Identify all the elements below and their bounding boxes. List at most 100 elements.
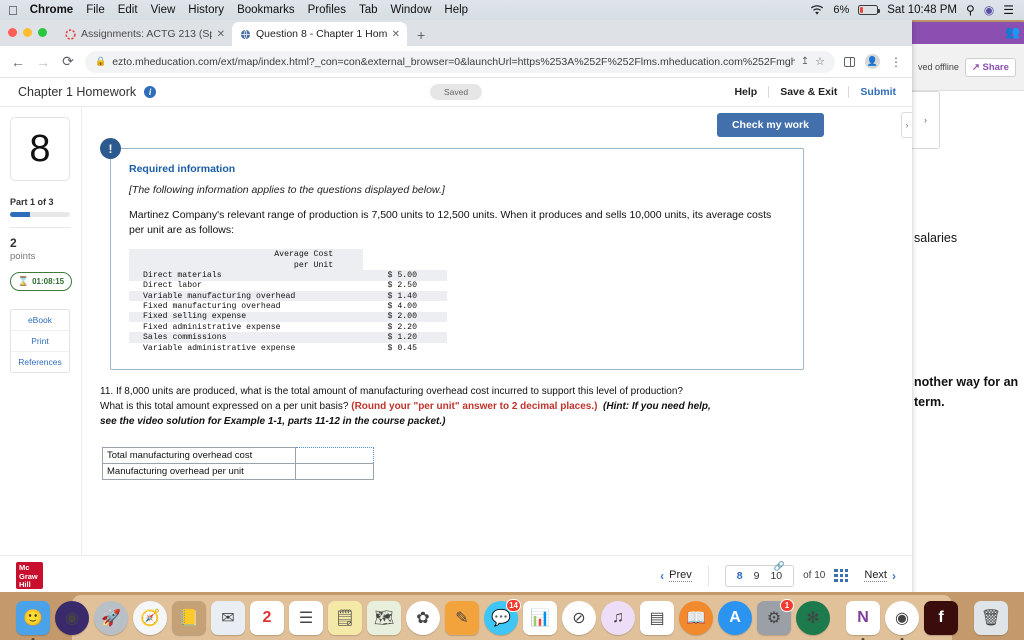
menu-item-file[interactable]: File: [86, 4, 105, 16]
dock-icon-system-preferences[interactable]: ⚙ 1: [757, 598, 794, 635]
help-link[interactable]: Help: [723, 86, 768, 98]
ebook-link[interactable]: eBook: [11, 310, 69, 331]
answer-input-cell[interactable]: [295, 462, 374, 480]
cost-row-value: $ 5.00: [387, 270, 417, 280]
search-icon[interactable]: ⚲: [966, 3, 975, 17]
share-button[interactable]: ↗ Share: [964, 57, 1016, 77]
battery-percent-label: 6%: [833, 4, 850, 16]
dock-icon-launchpad[interactable]: 🚀: [94, 600, 128, 635]
page-number-selector[interactable]: 🔗 8 9 10: [724, 561, 795, 587]
dock-icon-calendar[interactable]: 2: [250, 600, 284, 635]
forward-button[interactable]: →: [35, 54, 51, 70]
dock-icon-app-store[interactable]: A: [718, 600, 752, 635]
hint-line-2: see the video solution for Example 1-1, …: [100, 415, 446, 427]
dock-icon-ibooks[interactable]: 📖: [679, 600, 713, 635]
window-controls[interactable]: [8, 28, 47, 37]
pages-icon: ✎: [455, 609, 469, 627]
dock-icon-reminders[interactable]: ☰: [289, 600, 323, 635]
menu-item-help[interactable]: Help: [444, 4, 468, 16]
contacts-icon: 📒: [179, 609, 199, 627]
dock-icon-onenote[interactable]: N: [846, 600, 880, 640]
apple-icon[interactable]: : [8, 4, 18, 17]
dock-icon-no-entry[interactable]: ⊘: [562, 600, 596, 635]
dock-icon-contacts[interactable]: 📒: [172, 600, 206, 635]
profile-avatar-icon[interactable]: 👤: [865, 54, 880, 69]
dock-icon-pages[interactable]: ✎: [445, 600, 479, 635]
prev-question-button[interactable]: ‹ Prev: [660, 569, 692, 583]
notes-icon: 🗒: [334, 609, 356, 627]
dock-icon-mail[interactable]: ✉: [211, 600, 245, 635]
browser-tab-question-8[interactable]: Question 8 - Chapter 1 Homew ✕: [232, 22, 407, 46]
page-number-8[interactable]: 8: [737, 570, 743, 582]
bookmark-star-icon[interactable]: ☆: [815, 55, 825, 68]
grid-icon[interactable]: [834, 568, 849, 583]
close-tab-icon[interactable]: ✕: [392, 29, 400, 40]
info-icon[interactable]: i: [144, 86, 157, 98]
menu-item-chrome[interactable]: Chrome: [30, 4, 73, 16]
background-window-side-tab[interactable]: ›: [912, 91, 940, 149]
required-information-paragraph: Martinez Company's relevant range of pro…: [129, 209, 772, 237]
print-link[interactable]: Print: [11, 331, 69, 352]
menu-item-history[interactable]: History: [188, 4, 224, 16]
dock-icon-itunes[interactable]: ♫: [601, 600, 635, 635]
menu-item-profiles[interactable]: Profiles: [308, 4, 346, 16]
chrome-menu-icon[interactable]: ⋮: [890, 55, 902, 69]
siri-icon[interactable]: ◉: [984, 3, 994, 17]
answer-entry-table[interactable]: Total manufacturing overhead cost Manufac…: [102, 446, 374, 480]
dock-icon-chrome[interactable]: ◉: [885, 600, 919, 640]
menu-bar-clock[interactable]: Sat 10:48 PM: [887, 4, 957, 16]
reload-button[interactable]: ⟳: [60, 53, 76, 70]
side-panel-icon[interactable]: [844, 56, 855, 67]
maximize-window-button[interactable]: [38, 28, 47, 37]
dock-icon-ipevo[interactable]: ✻: [796, 600, 830, 635]
background-document-window[interactable]: 👥 ved offline ↗ Share › salaries nother …: [912, 22, 1024, 592]
itunes-icon: ♫: [612, 608, 624, 626]
dock-icon-numbers[interactable]: 📊: [523, 600, 557, 635]
menu-item-bookmarks[interactable]: Bookmarks: [237, 4, 295, 16]
menu-item-window[interactable]: Window: [391, 4, 432, 16]
save-and-exit-link[interactable]: Save & Exit: [769, 86, 848, 98]
dock-icon-finder[interactable]: 🙂: [16, 600, 50, 640]
check-my-work-button[interactable]: Check my work: [716, 113, 824, 137]
question-line-2a: What is this total amount expressed on a…: [100, 400, 352, 412]
system-preferences-icon: ⚙: [766, 609, 782, 627]
close-window-button[interactable]: [8, 28, 17, 37]
back-button[interactable]: ←: [10, 54, 26, 70]
background-window-toolbar: ved offline ↗ Share: [912, 44, 1024, 91]
answer-input-cell[interactable]: [295, 446, 374, 464]
chrome-icon: ◉: [895, 609, 909, 627]
wifi-icon[interactable]: [810, 4, 824, 16]
close-tab-icon[interactable]: ✕: [217, 29, 225, 40]
minimize-window-button[interactable]: [23, 28, 32, 37]
menu-item-edit[interactable]: Edit: [118, 4, 138, 16]
next-question-button[interactable]: Next ›: [864, 569, 896, 583]
control-center-icon[interactable]: ☰: [1003, 3, 1014, 17]
dock-icon-safari[interactable]: 🧭: [133, 600, 167, 635]
chevron-left-icon: ‹: [660, 568, 665, 583]
address-bar[interactable]: 🔒 ezto.mheducation.com/ext/map/index.htm…: [85, 50, 835, 73]
saved-status-badge: Saved: [429, 84, 483, 100]
new-tab-button[interactable]: +: [417, 27, 425, 43]
dock-icon-flash[interactable]: f: [924, 600, 958, 635]
references-link[interactable]: References: [11, 352, 69, 372]
cost-row-value: $ 2.00: [387, 312, 417, 322]
battery-icon[interactable]: [858, 5, 881, 15]
people-icon[interactable]: 👥: [1005, 26, 1020, 39]
dock-icon-messages[interactable]: 💬 14: [484, 598, 521, 635]
dock-icon-keynote[interactable]: ▤: [640, 600, 674, 635]
dock-icon-photos[interactable]: ✿: [406, 600, 440, 635]
bg-text-term: term.: [914, 394, 945, 409]
menu-item-view[interactable]: View: [151, 4, 176, 16]
dock-icon-trash[interactable]: 🗑: [974, 600, 1008, 635]
browser-tab-assignments[interactable]: Assignments: ACTG 213 (Sprin ✕: [57, 22, 232, 46]
dock-icon-notes[interactable]: 🗒: [328, 600, 362, 635]
share-page-icon[interactable]: ↥: [801, 56, 809, 67]
cost-table-row: Fixed administrative expense $ 2.20: [129, 322, 447, 333]
dock-icon-maps[interactable]: 🗺: [367, 600, 401, 635]
menu-item-tab[interactable]: Tab: [359, 4, 378, 16]
submit-link[interactable]: Submit: [849, 86, 896, 98]
finder-icon: 🙂: [23, 609, 43, 627]
page-number-9[interactable]: 9: [754, 570, 760, 582]
question-text: 11. If 8,000 units are produced, what is…: [100, 385, 772, 429]
dock-icon-siri[interactable]: ◉: [55, 600, 89, 635]
